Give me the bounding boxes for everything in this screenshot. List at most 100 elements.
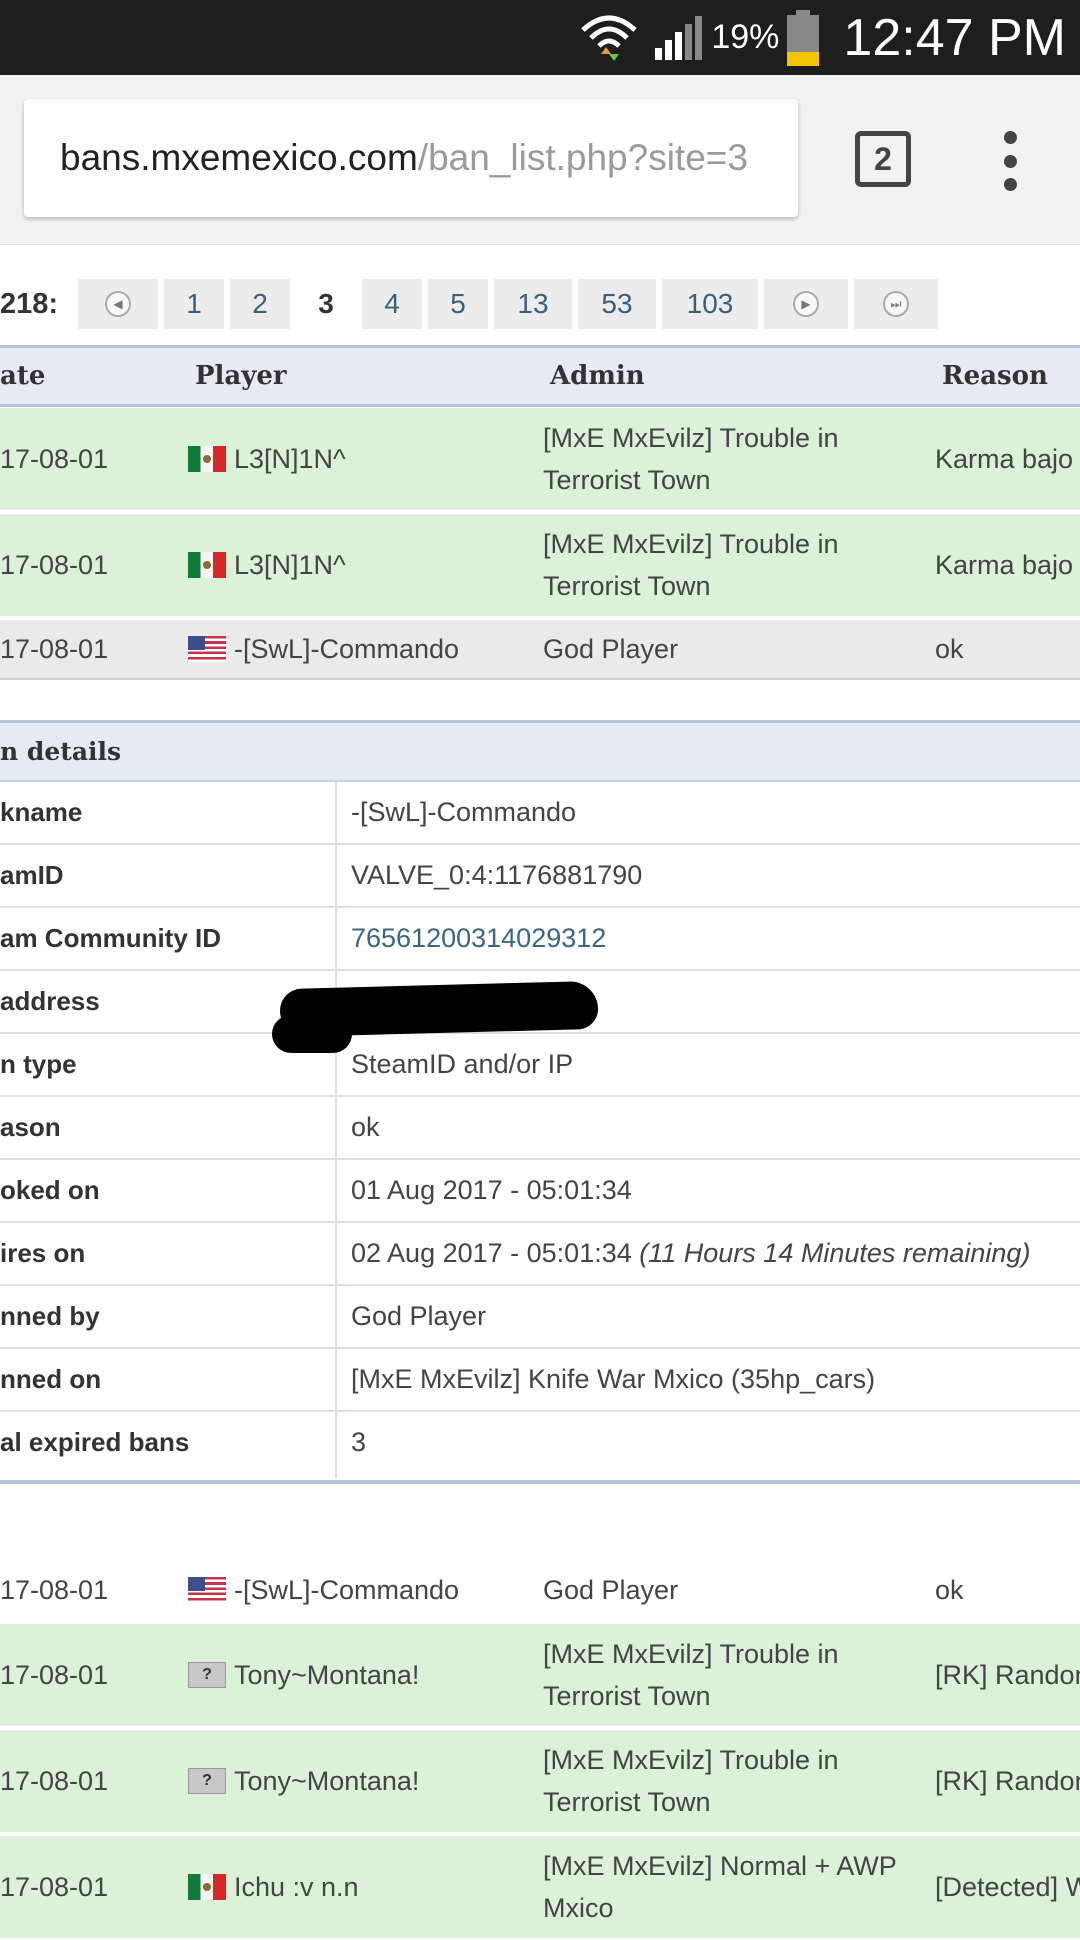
detail-value: ok bbox=[351, 1112, 380, 1142]
detail-row-reason: ason ok bbox=[0, 1097, 1080, 1160]
ban-row[interactable]: 17-08-01 L3[N]1N^ [MxE MxEvilz] Trouble … bbox=[0, 408, 1080, 512]
admin-name: [MxE MxEvilz] Trouble in Terrorist Town bbox=[543, 1745, 839, 1817]
page-link-53[interactable]: 53 bbox=[578, 279, 656, 329]
mexico-flag-icon bbox=[188, 552, 226, 578]
admin-name: [MxE MxEvilz] Trouble in Terrorist Town bbox=[543, 1639, 839, 1711]
ban-row[interactable]: 17-08-01 Ichu :v n.n [MxE MxEvilz] Norma… bbox=[0, 1836, 1080, 1940]
detail-row-banned-on: nned on [MxE MxEvilz] Knife War Mxico (3… bbox=[0, 1349, 1080, 1412]
player-name: L3[N]1N^ bbox=[234, 550, 346, 580]
ban-date: 17-08-01 bbox=[0, 444, 109, 474]
details-divider bbox=[0, 1480, 1080, 1484]
tab-switcher-button[interactable]: 2 bbox=[855, 131, 911, 187]
detail-value: God Player bbox=[351, 1301, 487, 1331]
detail-key: kname bbox=[0, 782, 337, 843]
ban-date: 17-08-01 bbox=[0, 634, 109, 664]
detail-key: am Community ID bbox=[0, 908, 337, 969]
next-page-button[interactable]: ▶ bbox=[764, 279, 848, 329]
ban-row[interactable]: 17-08-01 -[SwL]-Commando God Player ok bbox=[0, 1560, 1080, 1622]
detail-value: 3 bbox=[351, 1427, 367, 1457]
wifi-icon bbox=[581, 15, 638, 61]
player-name: -[SwL]-Commando bbox=[234, 1575, 460, 1605]
detail-value: [MxE MxEvilz] Knife War Mxico (35hp_cars… bbox=[351, 1364, 876, 1394]
us-flag-icon bbox=[188, 636, 226, 662]
ban-reason: [RK] Randon bbox=[935, 1766, 1080, 1796]
last-page-icon: ⏭ bbox=[883, 291, 909, 317]
detail-row-ban-type: n type SteamID and/or IP bbox=[0, 1034, 1080, 1097]
detail-row-steamid: amID VALVE_0:4:1176881790 bbox=[0, 845, 1080, 908]
page-link-103[interactable]: 103 bbox=[662, 279, 758, 329]
expires-remaining: (11 Hours 14 Minutes remaining) bbox=[639, 1238, 1031, 1268]
expires-value: 02 Aug 2017 - 05:01:34 bbox=[351, 1238, 632, 1268]
player-cell: Ichu :v n.n bbox=[188, 1836, 518, 1938]
detail-key: al expired bans bbox=[0, 1412, 337, 1478]
admin-name: [MxE MxEvilz] Trouble in Terrorist Town bbox=[543, 529, 839, 601]
detail-key: ason bbox=[0, 1097, 337, 1158]
next-icon: ▶ bbox=[793, 291, 819, 317]
ban-row[interactable]: 17-08-01 ? Tony~Montana! [MxE MxEvilz] Tr… bbox=[0, 1624, 1080, 1728]
admin-name: God Player bbox=[543, 1575, 679, 1605]
battery-icon bbox=[787, 9, 820, 66]
detail-value: SteamID and/or IP bbox=[351, 1049, 574, 1079]
ban-details-title: n details bbox=[0, 720, 1080, 782]
ban-row-selected[interactable]: 17-08-01 -[SwL]-Commando God Player ok bbox=[0, 620, 1080, 680]
detail-row-community-id: am Community ID 76561200314029312 bbox=[0, 908, 1080, 971]
detail-value: VALVE_0:4:1176881790 bbox=[351, 860, 643, 890]
page-link-13[interactable]: 13 bbox=[494, 279, 572, 329]
detail-key: ires on bbox=[0, 1223, 337, 1284]
detail-key: oked on bbox=[0, 1160, 337, 1221]
col-date: ate bbox=[0, 361, 46, 391]
ban-date: 17-08-01 bbox=[0, 1872, 109, 1902]
prev-icon: ◀ bbox=[105, 291, 131, 317]
detail-value: -[SwL]-Commando bbox=[351, 797, 577, 827]
ban-date: 17-08-01 bbox=[0, 550, 109, 580]
player-cell: L3[N]1N^ bbox=[188, 514, 518, 616]
page-current-3: 3 bbox=[318, 288, 334, 319]
page-link-1[interactable]: 1 bbox=[164, 279, 224, 329]
detail-row-invoked-on: oked on 01 Aug 2017 - 05:01:34 bbox=[0, 1160, 1080, 1223]
detail-key: nned on bbox=[0, 1349, 337, 1410]
ban-table-header: ate Player Admin Reason bbox=[0, 345, 1080, 407]
detail-row-nickname: kname -[SwL]-Commando bbox=[0, 782, 1080, 845]
player-cell: ? Tony~Montana! bbox=[188, 1730, 518, 1832]
admin-name: God Player bbox=[543, 634, 679, 664]
page-link-2[interactable]: 2 bbox=[230, 279, 290, 329]
player-cell: -[SwL]-Commando bbox=[188, 1560, 518, 1620]
redaction-mark bbox=[272, 1015, 352, 1053]
browser-toolbar: bans.mxemexico.com/ban_list.php?site=3 2 bbox=[0, 75, 1080, 245]
player-name: -[SwL]-Commando bbox=[234, 634, 460, 664]
pagination: 218: ◀ 1 2 3 4 5 13 53 103 ▶ ⏭ bbox=[0, 260, 944, 348]
admin-name: [MxE MxEvilz] Trouble in Terrorist Town bbox=[543, 423, 839, 495]
prev-page-button[interactable]: ◀ bbox=[78, 279, 158, 329]
pagination-label: 218: bbox=[0, 287, 59, 320]
url-path: /ban_list.php?site=3 bbox=[417, 137, 748, 178]
ban-row[interactable]: 17-08-01 ? Tony~Montana! [MxE MxEvilz] Tr… bbox=[0, 1730, 1080, 1834]
detail-key: nned by bbox=[0, 1286, 337, 1347]
mexico-flag-icon bbox=[188, 1874, 226, 1900]
col-player: Player bbox=[195, 361, 287, 391]
detail-key: amID bbox=[0, 845, 337, 906]
clock: 12:47 PM bbox=[843, 8, 1066, 67]
player-name: L3[N]1N^ bbox=[234, 444, 346, 474]
player-name: Tony~Montana! bbox=[234, 1660, 420, 1690]
last-page-button[interactable]: ⏭ bbox=[854, 279, 938, 329]
url-bar[interactable]: bans.mxemexico.com/ban_list.php?site=3 bbox=[24, 99, 798, 217]
detail-value: 01 Aug 2017 - 05:01:34 bbox=[351, 1175, 632, 1205]
detail-row-expired-bans: al expired bans 3 bbox=[0, 1412, 1080, 1478]
ban-reason: [Detected] W bbox=[935, 1872, 1080, 1902]
community-id-link[interactable]: 76561200314029312 bbox=[351, 908, 606, 969]
page-link-4[interactable]: 4 bbox=[362, 279, 422, 329]
unknown-flag-icon: ? bbox=[188, 1662, 226, 1688]
ban-date: 17-08-01 bbox=[0, 1766, 109, 1796]
col-reason: Reason bbox=[942, 361, 1048, 391]
page-link-5[interactable]: 5 bbox=[428, 279, 488, 329]
ban-reason: Karma bajo bbox=[935, 550, 1074, 580]
ban-reason: [RK] Randon bbox=[935, 1660, 1080, 1690]
ban-reason: ok bbox=[935, 634, 964, 664]
ban-reason: ok bbox=[935, 1575, 964, 1605]
detail-row-expires-on: ires on 02 Aug 2017 - 05:01:34 (11 Hours… bbox=[0, 1223, 1080, 1286]
ban-date: 17-08-01 bbox=[0, 1575, 109, 1605]
player-cell: L3[N]1N^ bbox=[188, 408, 518, 510]
overflow-menu-icon[interactable] bbox=[996, 131, 1024, 191]
ban-row[interactable]: 17-08-01 L3[N]1N^ [MxE MxEvilz] Trouble … bbox=[0, 514, 1080, 618]
mexico-flag-icon bbox=[188, 446, 226, 472]
